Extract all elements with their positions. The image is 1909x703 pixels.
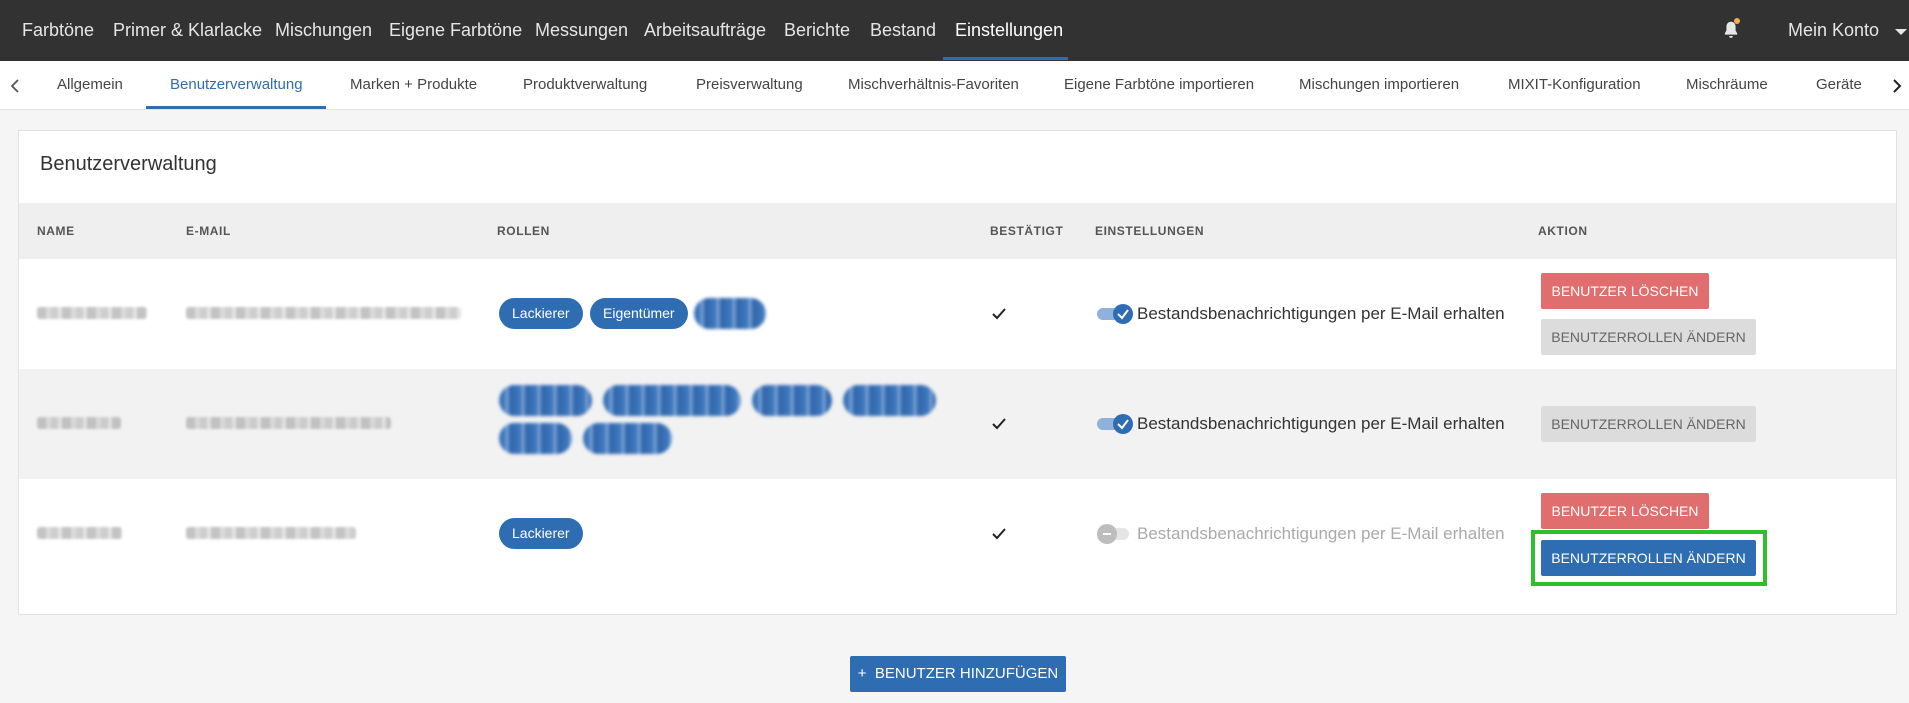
check-icon bbox=[992, 418, 1006, 430]
tab-marken-produkte[interactable]: Marken + Produkte bbox=[350, 61, 477, 109]
tab-allgemein[interactable]: Allgemein bbox=[57, 61, 123, 109]
check-icon bbox=[992, 528, 1006, 540]
account-menu[interactable]: Mein Konto bbox=[1788, 0, 1879, 61]
column-header-name: NAME bbox=[37, 224, 75, 238]
setting-label: Bestandsbenachrichtigungen per E-Mail er… bbox=[1137, 414, 1505, 433]
toggle-switch-on[interactable] bbox=[1097, 414, 1133, 434]
tab-mischraeume[interactable]: Mischräume bbox=[1686, 61, 1768, 109]
user-management-card: Benutzerverwaltung NAME E-MAIL ROLLEN BE… bbox=[18, 130, 1897, 615]
role-badge-redacted bbox=[499, 385, 592, 416]
user-email-redacted bbox=[186, 527, 356, 539]
change-roles-button[interactable]: BENUTZERROLLEN ÄNDERN bbox=[1541, 406, 1756, 442]
role-badge: Lackierer bbox=[499, 518, 583, 549]
role-badge: Lackierer bbox=[499, 298, 583, 329]
role-badge-redacted bbox=[499, 423, 572, 454]
setting-label: Bestandsbenachrichtigungen per E-Mail er… bbox=[1137, 304, 1505, 323]
check-icon bbox=[992, 308, 1006, 320]
nav-item-primer-klarlacke[interactable]: Primer & Klarlacke bbox=[113, 0, 262, 61]
role-badge-redacted bbox=[694, 298, 766, 329]
settings-tabs: Allgemein Benutzerverwaltung Marken + Pr… bbox=[0, 61, 1909, 110]
table-row: Lackierer Bestandsbenachrichtigungen per… bbox=[19, 479, 1896, 614]
plus-icon: + bbox=[857, 665, 875, 682]
role-badge-redacted bbox=[583, 423, 672, 454]
tab-benutzerverwaltung[interactable]: Benutzerverwaltung bbox=[170, 61, 303, 109]
nav-item-bestand[interactable]: Bestand bbox=[870, 0, 936, 61]
column-header-settings: EINSTELLUNGEN bbox=[1095, 224, 1205, 238]
delete-user-button[interactable]: BENUTZER LÖSCHEN bbox=[1541, 493, 1709, 529]
tab-geraete[interactable]: Geräte bbox=[1816, 61, 1862, 109]
chevron-left-icon[interactable] bbox=[8, 78, 22, 94]
role-badge: Eigentümer bbox=[590, 298, 688, 329]
active-tab-indicator bbox=[146, 106, 326, 109]
table-row: Lackierer Eigentümer Bestandsbenachricht… bbox=[19, 259, 1896, 369]
nav-item-mischungen[interactable]: Mischungen bbox=[275, 0, 372, 61]
nav-item-arbeitsauftraege[interactable]: Arbeitsaufträge bbox=[644, 0, 766, 61]
nav-item-farbtoene[interactable]: Farbtöne bbox=[22, 0, 94, 61]
tab-produktverwaltung[interactable]: Produktverwaltung bbox=[523, 61, 647, 109]
column-header-email: E-MAIL bbox=[186, 224, 231, 238]
nav-item-einstellungen[interactable]: Einstellungen bbox=[955, 0, 1063, 61]
user-name-redacted bbox=[37, 307, 147, 319]
column-header-confirmed: BESTÄTIGT bbox=[990, 224, 1064, 238]
add-user-label: BENUTZER HINZUFÜGEN bbox=[874, 665, 1059, 682]
role-badge-redacted bbox=[843, 385, 936, 416]
toggle-switch-on[interactable] bbox=[1097, 304, 1133, 324]
tab-mischungen-importieren[interactable]: Mischungen importieren bbox=[1299, 61, 1459, 109]
user-email-redacted bbox=[186, 307, 461, 319]
chevron-down-icon[interactable] bbox=[1895, 29, 1907, 35]
table-header: NAME E-MAIL ROLLEN BESTÄTIGT EINSTELLUNG… bbox=[19, 203, 1896, 259]
role-badge-redacted bbox=[752, 385, 832, 416]
page-title: Benutzerverwaltung bbox=[40, 153, 217, 175]
tab-mischverhaeltnis-favoriten[interactable]: Mischverhältnis-Favoriten bbox=[848, 61, 1019, 109]
user-name-redacted bbox=[37, 417, 121, 429]
top-navigation: Farbtöne Primer & Klarlacke Mischungen E… bbox=[0, 0, 1909, 61]
add-user-button[interactable]: + BENUTZER HINZUFÜGEN bbox=[850, 656, 1066, 692]
change-roles-button[interactable]: BENUTZERROLLEN ÄNDERN bbox=[1541, 540, 1756, 576]
column-header-roles: ROLLEN bbox=[497, 224, 550, 238]
role-badge-redacted bbox=[603, 385, 741, 416]
nav-item-messungen[interactable]: Messungen bbox=[535, 0, 628, 61]
column-header-action: AKTION bbox=[1538, 224, 1588, 238]
table-row: Bestandsbenachrichtigungen per E-Mail er… bbox=[19, 369, 1896, 479]
tab-mixit-konfiguration[interactable]: MIXIT-Konfiguration bbox=[1508, 61, 1641, 109]
tab-preisverwaltung[interactable]: Preisverwaltung bbox=[696, 61, 803, 109]
notification-dot bbox=[1734, 18, 1740, 24]
tab-eigene-farbtoene-importieren[interactable]: Eigene Farbtöne importieren bbox=[1064, 61, 1254, 109]
delete-user-button[interactable]: BENUTZER LÖSCHEN bbox=[1541, 273, 1709, 309]
setting-label: Bestandsbenachrichtigungen per E-Mail er… bbox=[1137, 524, 1505, 543]
user-name-redacted bbox=[37, 527, 122, 539]
change-roles-button[interactable]: BENUTZERROLLEN ÄNDERN bbox=[1541, 319, 1756, 355]
nav-item-berichte[interactable]: Berichte bbox=[784, 0, 850, 61]
chevron-right-icon[interactable] bbox=[1890, 78, 1904, 94]
active-nav-indicator bbox=[943, 57, 1068, 60]
toggle-switch-off[interactable] bbox=[1097, 524, 1133, 544]
nav-item-eigene-farbtoene[interactable]: Eigene Farbtöne bbox=[389, 0, 522, 61]
user-email-redacted bbox=[186, 417, 391, 429]
